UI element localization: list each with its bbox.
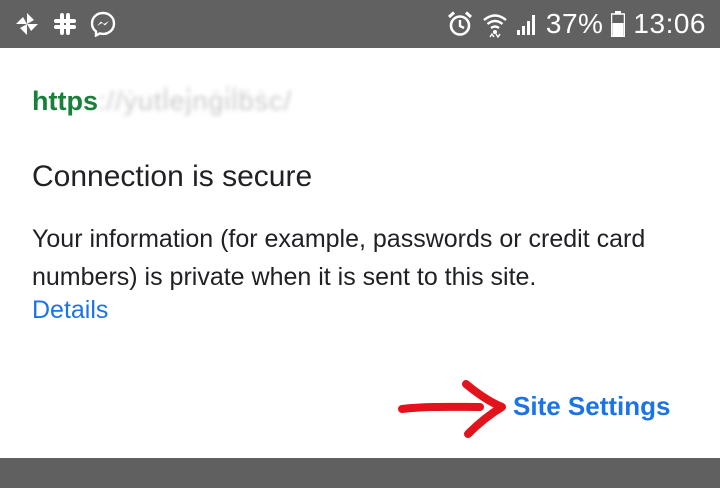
messenger-icon [90, 11, 116, 37]
system-indicators: 37% 13:06 [446, 8, 720, 40]
connection-description: Your information (for example, passwords… [32, 225, 646, 291]
pinwheel-icon [14, 11, 40, 37]
alarm-icon [446, 10, 474, 38]
battery-percent: 37% [545, 8, 604, 39]
site-url: https://ẏutl̇ej̇nġi̇l̇ḃṡc/ [32, 86, 292, 117]
battery-icon [611, 11, 626, 37]
site-settings-button[interactable]: Site Settings [513, 391, 670, 422]
details-link[interactable]: Details [32, 296, 108, 325]
url-host-blurred: ://ẏutl̇ej̇nġi̇l̇ḃṡc/ [97, 86, 293, 116]
clock: 13:06 [633, 8, 706, 39]
page-info-dialog: https://ẏutl̇ej̇nġi̇l̇ḃṡc/ Connectio… [0, 48, 720, 458]
connection-title: Connection is secure [32, 160, 313, 193]
wifi-icon [482, 10, 508, 38]
annotation-arrow-icon [396, 378, 508, 445]
background-page-strip [0, 458, 720, 488]
signal-icon [516, 12, 538, 36]
slack-icon [52, 11, 78, 37]
url-scheme: https [32, 86, 98, 116]
status-bar: 37% 13:06 [0, 0, 720, 48]
notification-icons [0, 11, 116, 37]
